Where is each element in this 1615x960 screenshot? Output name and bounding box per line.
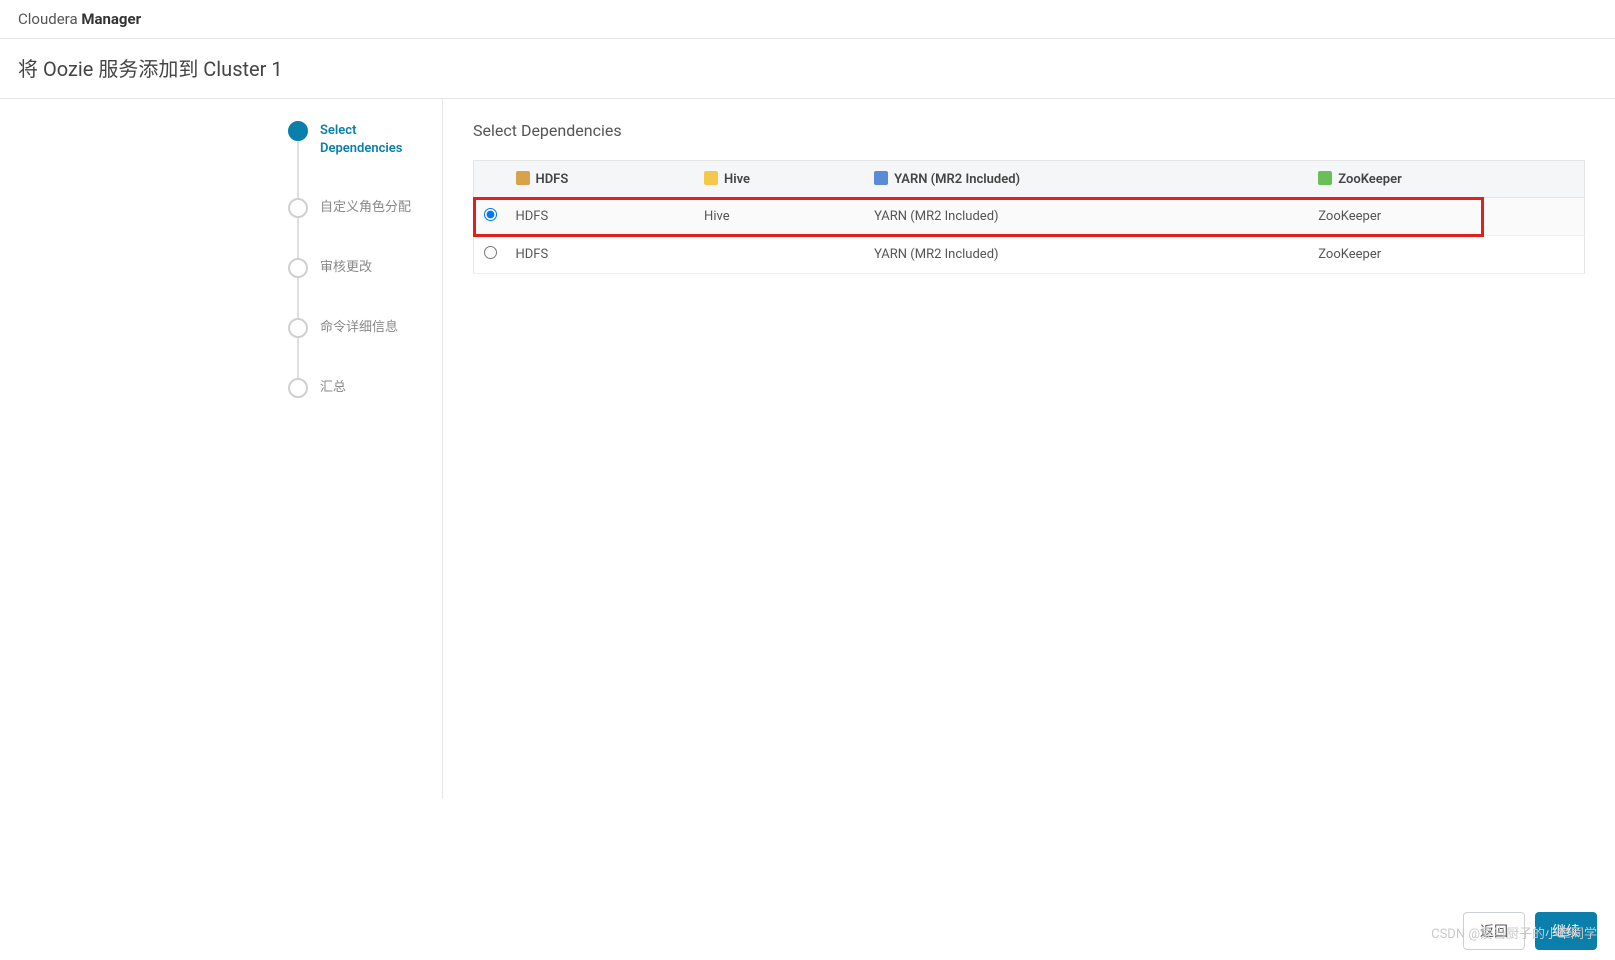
hive-icon <box>704 171 718 185</box>
dependency-option-row[interactable]: HDFS Hive YARN (MR2 Included) ZooKeeper <box>474 198 1585 236</box>
header-radio-col <box>474 161 508 198</box>
header-label: YARN (MR2 Included) <box>894 172 1020 187</box>
brand-bold: Manager <box>81 10 141 28</box>
wizard-step-review-changes[interactable]: 审核更改 <box>288 258 432 318</box>
dependencies-table: HDFS Hive YARN (MR2 Included) ZooKeeper … <box>473 160 1585 274</box>
top-bar: Cloudera Manager <box>0 0 1615 39</box>
header-hive: Hive <box>696 161 866 198</box>
header-hdfs: HDFS <box>508 161 697 198</box>
wizard-connector <box>297 278 299 318</box>
gutter-left <box>0 99 278 799</box>
header-label: ZooKeeper <box>1338 172 1402 187</box>
wizard-step-assign-roles[interactable]: 自定义角色分配 <box>288 198 432 258</box>
wizard-step-label: 命令详细信息 <box>320 318 398 337</box>
wizard-step-label: 汇总 <box>320 378 346 397</box>
content-area: Select Dependencies HDFS Hive YARN (MR2 … <box>443 99 1615 799</box>
brand-light: Cloudera <box>18 10 81 28</box>
page-title: 将 Oozie 服务添加到 Cluster 1 <box>0 39 1615 99</box>
wizard-step-command-details[interactable]: 命令详细信息 <box>288 318 432 378</box>
wizard-bullet-icon <box>288 258 308 278</box>
wizard-connector <box>297 338 299 378</box>
wizard-step-select-dependencies[interactable]: Select Dependencies <box>288 121 432 198</box>
wizard-bullet-icon <box>288 378 308 398</box>
header-label: Hive <box>724 172 750 187</box>
header-label: HDFS <box>536 172 569 187</box>
wizard-step-label: 审核更改 <box>320 258 372 277</box>
header-yarn: YARN (MR2 Included) <box>866 161 1310 198</box>
wizard-connector <box>297 141 299 198</box>
cell-hive: Hive <box>696 198 866 236</box>
dependency-option-row[interactable]: HDFS YARN (MR2 Included) ZooKeeper <box>474 236 1585 274</box>
wizard-connector <box>297 218 299 258</box>
wizard-bullet-icon <box>288 198 308 218</box>
section-title: Select Dependencies <box>473 121 1585 140</box>
yarn-icon <box>874 171 888 185</box>
cell-yarn: YARN (MR2 Included) <box>866 198 1310 236</box>
continue-button[interactable]: 继续 <box>1535 912 1597 950</box>
cell-yarn: YARN (MR2 Included) <box>866 236 1310 274</box>
dependencies-table-wrap: HDFS Hive YARN (MR2 Included) ZooKeeper … <box>473 160 1585 274</box>
cell-hive <box>696 236 866 274</box>
wizard-bullet-icon <box>288 121 308 141</box>
row-radio-cell[interactable] <box>474 198 508 236</box>
dependency-radio[interactable] <box>484 208 497 221</box>
zookeeper-icon <box>1318 171 1332 185</box>
dependency-radio[interactable] <box>484 246 497 259</box>
wizard-step-label: 自定义角色分配 <box>320 198 411 217</box>
cell-hdfs: HDFS <box>508 198 697 236</box>
table-header-row: HDFS Hive YARN (MR2 Included) ZooKeeper <box>474 161 1585 198</box>
footer-bar: 返回 继续 <box>0 902 1615 960</box>
back-button[interactable]: 返回 <box>1463 912 1525 950</box>
wizard-bullet-icon <box>288 318 308 338</box>
body-area: Select Dependencies 自定义角色分配 审核更改 命令详细信息 … <box>0 99 1615 799</box>
row-radio-cell[interactable] <box>474 236 508 274</box>
header-zookeeper: ZooKeeper <box>1310 161 1584 198</box>
wizard-step-summary[interactable]: 汇总 <box>288 378 432 398</box>
wizard-steps: Select Dependencies 自定义角色分配 审核更改 命令详细信息 … <box>278 99 443 799</box>
wizard-step-label: Select Dependencies <box>320 121 430 158</box>
cell-zookeeper: ZooKeeper <box>1310 198 1584 236</box>
cell-hdfs: HDFS <box>508 236 697 274</box>
cell-zookeeper: ZooKeeper <box>1310 236 1584 274</box>
hdfs-icon <box>516 171 530 185</box>
